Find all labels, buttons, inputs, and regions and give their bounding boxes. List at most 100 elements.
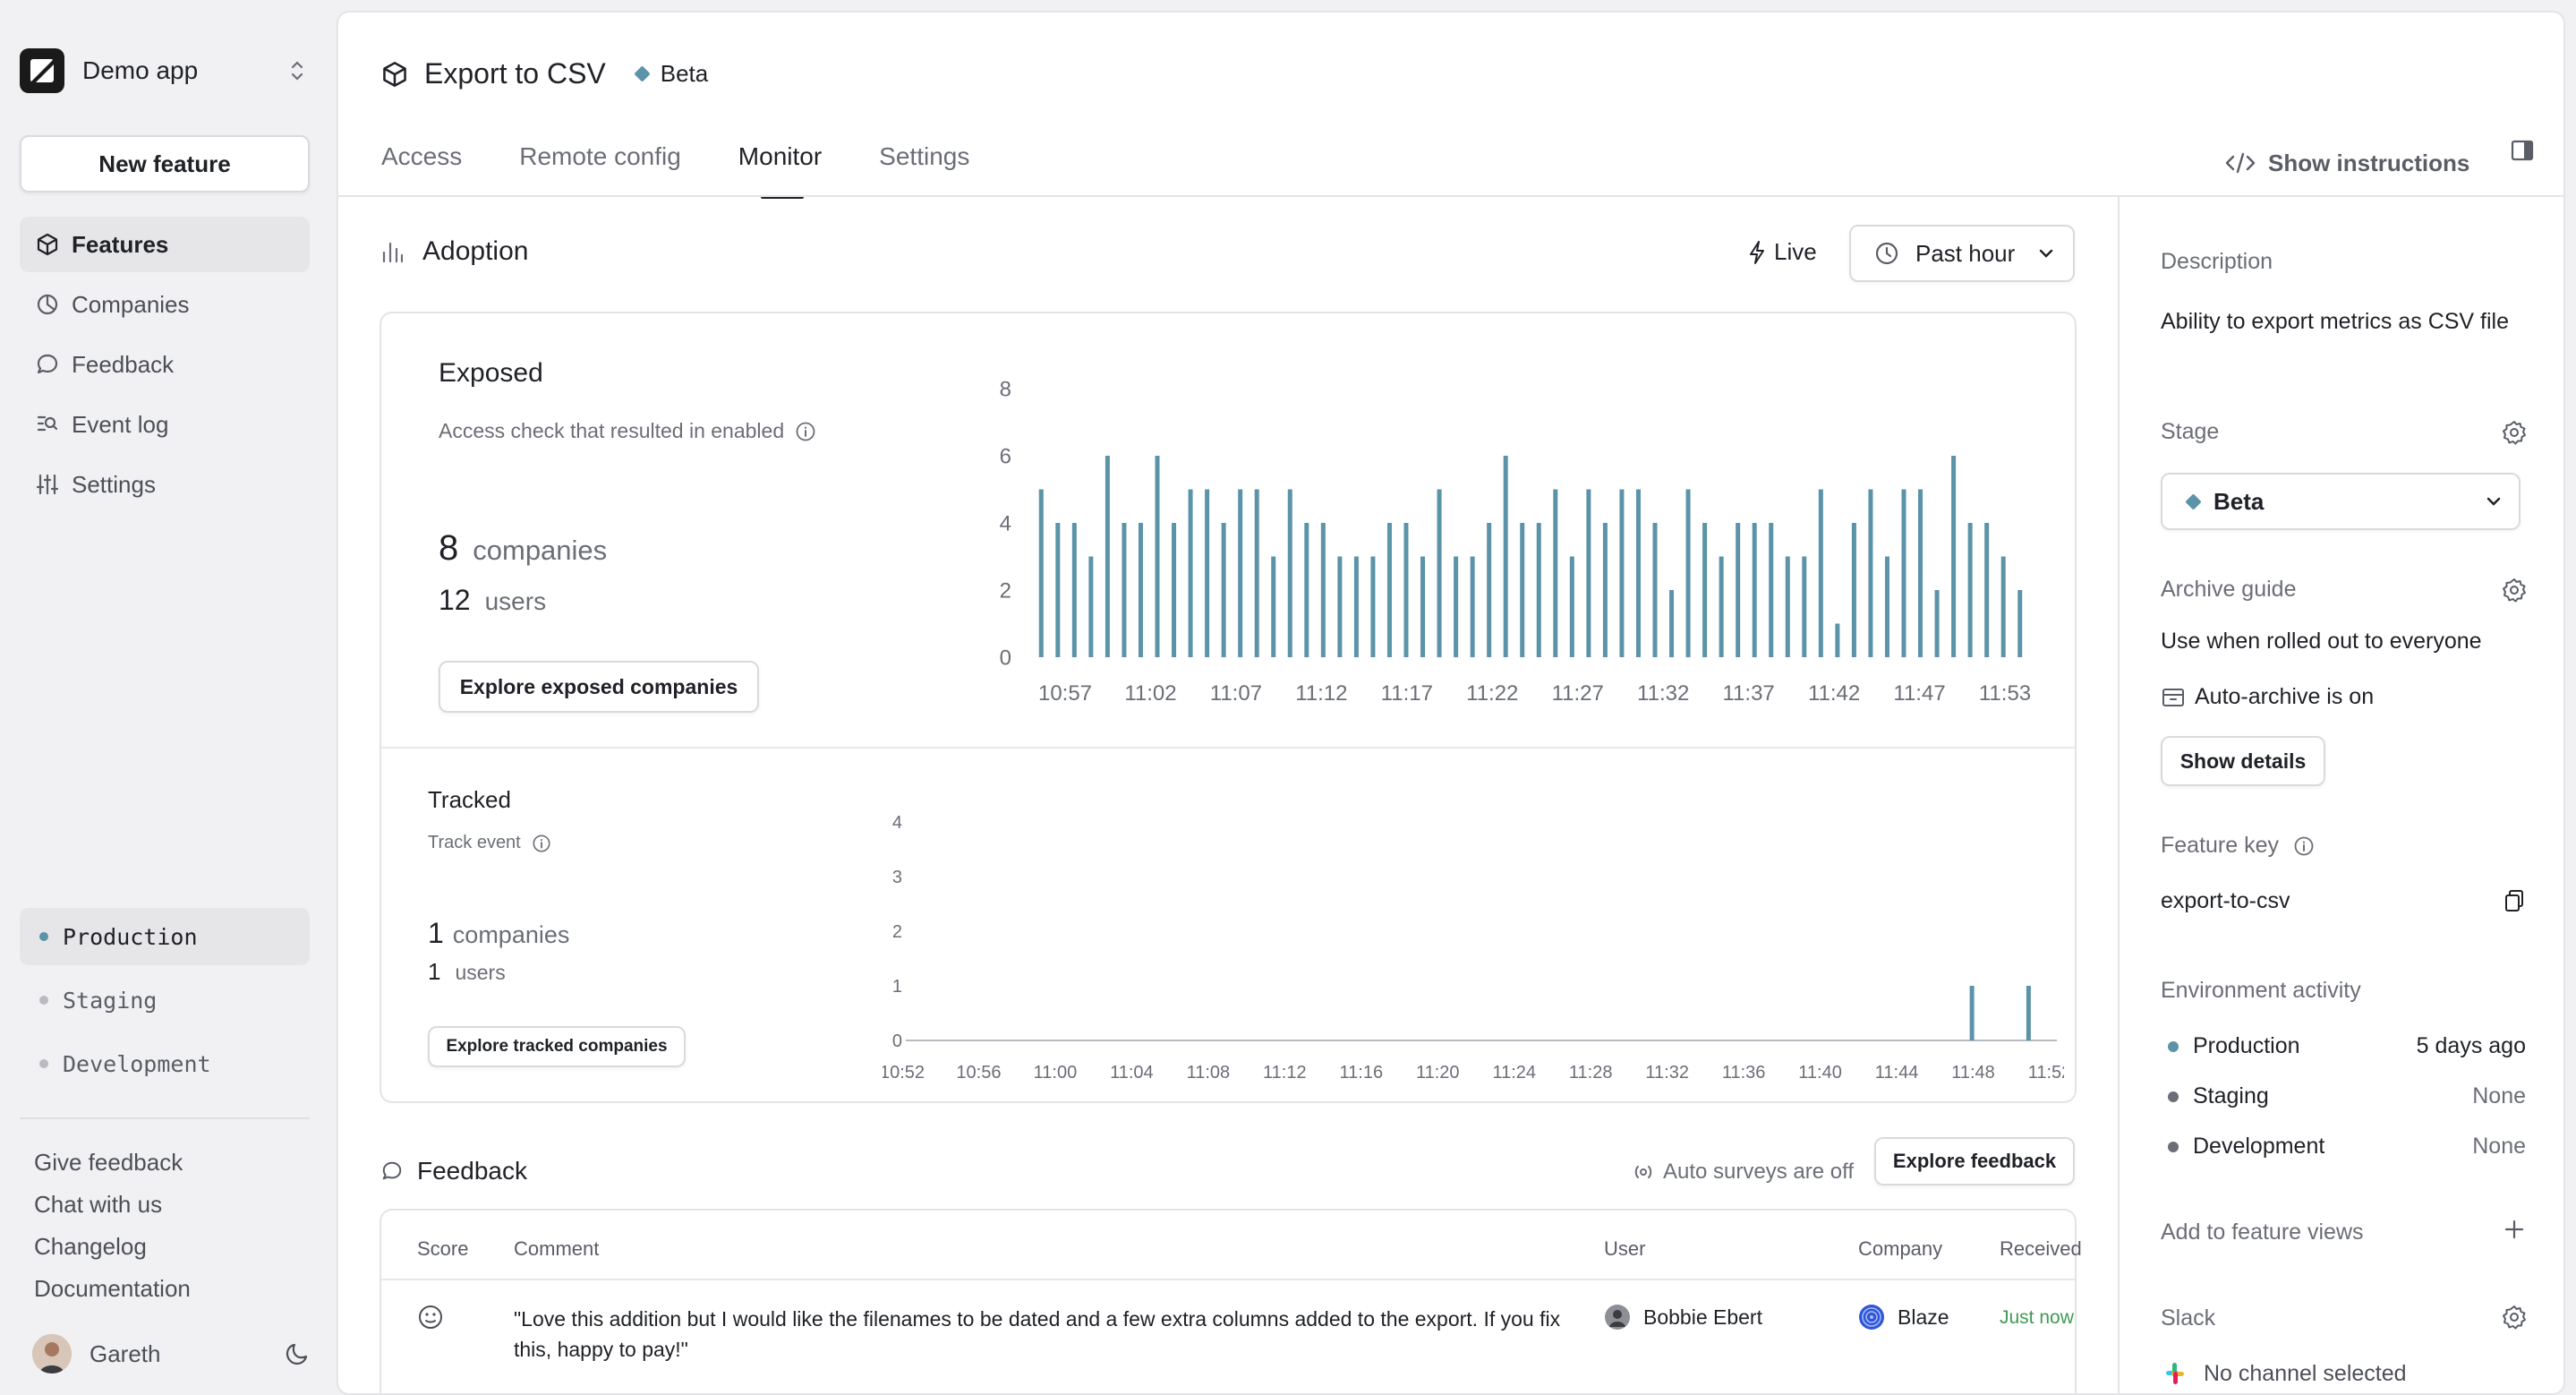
chart-bar[interactable] [1038, 489, 1044, 658]
chart-bar[interactable] [1221, 523, 1226, 657]
chart-bar[interactable] [1736, 523, 1741, 657]
explore-exposed-companies-button[interactable]: Explore exposed companies [439, 661, 759, 713]
feedback-user[interactable]: Bobbie Ebert [1604, 1304, 1762, 1331]
env-item-development[interactable]: Development [20, 1035, 310, 1092]
chart-bar[interactable] [1934, 590, 1940, 657]
auto-surveys-status[interactable]: Auto surveys are off [1631, 1160, 1854, 1185]
tab-monitor[interactable]: Monitor [738, 136, 822, 199]
user-menu[interactable]: Gareth [32, 1334, 310, 1374]
chart-bar[interactable] [1685, 489, 1691, 658]
chart-bar[interactable] [1669, 590, 1675, 657]
chart-bar[interactable] [1420, 556, 1426, 658]
chart-bar[interactable] [1320, 523, 1326, 657]
chart-bar[interactable] [1951, 456, 1957, 657]
chart-bar[interactable] [1586, 489, 1591, 658]
chart-bar[interactable] [1752, 523, 1757, 657]
chat-with-us-link[interactable]: Chat with us [34, 1186, 191, 1228]
chart-bar[interactable] [1520, 523, 1525, 657]
chart-bar[interactable] [1370, 556, 1376, 658]
chart-bar[interactable] [1172, 523, 1177, 657]
chart-bar[interactable] [1238, 489, 1243, 658]
chart-bar[interactable] [1785, 556, 1790, 658]
tab-access[interactable]: Access [381, 136, 462, 199]
info-icon[interactable] [2293, 835, 2315, 857]
chart-bar[interactable] [1901, 489, 1906, 658]
chart-bar[interactable] [1122, 523, 1127, 657]
chart-bar[interactable] [1536, 523, 1541, 657]
feedback-company[interactable]: Blaze [1858, 1304, 1949, 1331]
chart-bar[interactable] [1254, 489, 1259, 658]
plus-icon[interactable] [2503, 1218, 2526, 1241]
chart-bar[interactable] [1818, 489, 1823, 658]
sidebar-item-event-log[interactable]: Event log [20, 397, 310, 452]
show-details-button[interactable]: Show details [2161, 736, 2325, 786]
chart-bar[interactable] [1088, 556, 1094, 658]
add-to-feature-views[interactable]: Add to feature views [2161, 1220, 2364, 1245]
chart-bar[interactable] [1702, 523, 1708, 657]
chart-bar[interactable] [1719, 556, 1724, 658]
chart-bar[interactable] [1205, 489, 1210, 658]
explore-feedback-button[interactable]: Explore feedback [1874, 1137, 2075, 1185]
chart-bar[interactable] [1602, 523, 1608, 657]
chart-bar[interactable] [1503, 456, 1508, 657]
chart-bar[interactable] [1287, 489, 1292, 658]
gear-icon[interactable] [2501, 577, 2528, 603]
chart-bar[interactable] [1868, 489, 1873, 658]
chart-bar[interactable] [1569, 556, 1574, 658]
chart-bar[interactable] [1553, 489, 1558, 658]
chart-bar[interactable] [1138, 523, 1143, 657]
documentation-link[interactable]: Documentation [34, 1271, 191, 1313]
chart-bar[interactable] [1635, 489, 1641, 658]
chart-bar[interactable] [1918, 489, 1923, 658]
chart-bar[interactable] [1437, 489, 1442, 658]
chart-bar[interactable] [1271, 556, 1276, 658]
chart-bar[interactable] [1386, 523, 1392, 657]
sidebar-panel-toggle-icon[interactable] [2510, 138, 2535, 163]
gear-icon[interactable] [2501, 419, 2528, 446]
show-instructions-button[interactable]: Show instructions [2225, 136, 2469, 190]
time-range-select[interactable]: Past hour [1849, 225, 2075, 282]
chart-bar[interactable] [1884, 556, 1889, 658]
chart-bar[interactable] [1769, 523, 1774, 657]
moon-icon[interactable] [285, 1341, 310, 1366]
info-icon[interactable] [532, 834, 551, 853]
chart-bar[interactable] [1652, 523, 1658, 657]
chart-bar[interactable] [1337, 556, 1343, 658]
info-icon[interactable] [795, 421, 816, 442]
tab-settings[interactable]: Settings [879, 136, 969, 199]
chart-bar[interactable] [1071, 523, 1077, 657]
chart-bar[interactable] [1619, 489, 1625, 658]
explore-tracked-companies-button[interactable]: Explore tracked companies [428, 1026, 686, 1067]
chart-bar[interactable] [1188, 489, 1193, 658]
env-item-staging[interactable]: Staging [20, 971, 310, 1029]
new-feature-button[interactable]: New feature [20, 135, 310, 193]
chart-bar[interactable] [1969, 986, 1975, 1040]
gear-icon[interactable] [2501, 1304, 2528, 1331]
give-feedback-link[interactable]: Give feedback [34, 1144, 191, 1186]
chart-bar[interactable] [1470, 556, 1475, 658]
sidebar-item-settings[interactable]: Settings [20, 457, 310, 512]
slack-channel-select[interactable]: No channel selected [2161, 1359, 2407, 1388]
description-text[interactable]: Ability to export metrics as CSV file [2161, 304, 2537, 338]
feature-key-value[interactable]: export-to-csv [2161, 888, 2290, 914]
chart-bar[interactable] [1353, 556, 1359, 658]
chart-bar[interactable] [1155, 456, 1160, 657]
env-item-production[interactable]: Production [20, 908, 310, 965]
sidebar-item-companies[interactable]: Companies [20, 277, 310, 332]
chart-bar[interactable] [1403, 523, 1409, 657]
chart-bar[interactable] [1967, 523, 1973, 657]
tab-remote-config[interactable]: Remote config [519, 136, 681, 199]
chart-bar[interactable] [2017, 590, 2023, 657]
chart-bar[interactable] [1984, 523, 1990, 657]
changelog-link[interactable]: Changelog [34, 1228, 191, 1271]
chart-bar[interactable] [1304, 523, 1309, 657]
chart-bar[interactable] [1487, 523, 1492, 657]
chart-bar[interactable] [2026, 986, 2031, 1040]
live-toggle[interactable]: Live [1747, 238, 1817, 266]
app-switcher[interactable]: Demo app [20, 43, 306, 98]
copy-icon[interactable] [2503, 888, 2526, 913]
chart-bar[interactable] [1851, 523, 1856, 657]
chart-bar[interactable] [1835, 623, 1840, 658]
chart-bar[interactable] [1055, 523, 1061, 657]
sidebar-item-features[interactable]: Features [20, 217, 310, 272]
